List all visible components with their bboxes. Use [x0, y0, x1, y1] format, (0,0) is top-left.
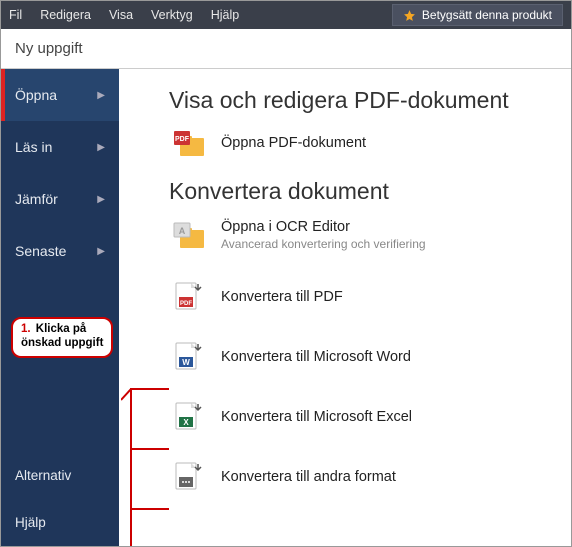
- callout-annotation: 1. Klicka på önskad uppgift: [11, 317, 113, 358]
- svg-text:W: W: [182, 358, 190, 367]
- callout-number: 1.: [21, 323, 31, 335]
- sidebar-item-label: Jämför: [15, 191, 58, 207]
- svg-text:X: X: [183, 418, 189, 427]
- pdf-folder-icon: PDF: [169, 128, 209, 158]
- menubar: Fil Redigera Visa Verktyg Hjälp Betygsät…: [1, 1, 571, 29]
- rate-product-button[interactable]: Betygsätt denna produkt: [392, 4, 563, 26]
- convert-word-icon: W: [169, 341, 209, 373]
- svg-text:A: A: [179, 226, 186, 236]
- svg-text:PDF: PDF: [175, 136, 190, 143]
- convert-to-excel-row[interactable]: X Konvertera till Microsoft Excel: [169, 401, 551, 433]
- convert-to-excel-label: Konvertera till Microsoft Excel: [221, 409, 412, 425]
- ocr-folder-icon: A: [169, 220, 209, 250]
- sidebar-item-compare[interactable]: Jämför ▶: [1, 173, 119, 225]
- convert-pdf-icon: PDF: [169, 281, 209, 313]
- sidebar-item-label: Alternativ: [15, 468, 71, 483]
- open-pdf-label: Öppna PDF-dokument: [221, 135, 366, 151]
- chevron-right-icon: ▶: [97, 142, 105, 153]
- section-title-view-edit: Visa och redigera PDF-dokument: [169, 87, 551, 114]
- app-window: Fil Redigera Visa Verktyg Hjälp Betygsät…: [0, 0, 572, 547]
- chevron-right-icon: ▶: [97, 194, 105, 205]
- sidebar-item-recent[interactable]: Senaste ▶: [1, 225, 119, 277]
- callout-text-line2: önskad uppgift: [21, 337, 103, 349]
- section-title-convert: Konvertera dokument: [169, 178, 551, 205]
- convert-to-word-label: Konvertera till Microsoft Word: [221, 349, 411, 365]
- convert-to-pdf-label: Konvertera till PDF: [221, 289, 343, 305]
- sidebar-item-read[interactable]: Läs in ▶: [1, 121, 119, 173]
- ocr-editor-sublabel: Avancerad konvertering och verifiering: [221, 237, 426, 251]
- sidebar-item-label: Läs in: [15, 139, 52, 155]
- sidebar-item-label: Senaste: [15, 243, 66, 259]
- chevron-right-icon: ▶: [97, 90, 105, 101]
- menu-help[interactable]: Hjälp: [211, 8, 240, 22]
- sidebar-item-label: Hjälp: [15, 515, 46, 530]
- convert-to-other-row[interactable]: Konvertera till andra format: [169, 461, 551, 493]
- page-title: Ny uppgift: [15, 40, 83, 57]
- content-pane: Visa och redigera PDF-dokument PDF Öppna…: [119, 69, 571, 546]
- sidebar-item-open[interactable]: Öppna ▶: [1, 69, 119, 121]
- convert-other-icon: [169, 461, 209, 493]
- callout-text-line1: Klicka på: [36, 323, 87, 335]
- body: Öppna ▶ Läs in ▶ Jämför ▶ Senaste ▶ Alte…: [1, 69, 571, 546]
- menu-edit[interactable]: Redigera: [40, 8, 91, 22]
- sidebar: Öppna ▶ Läs in ▶ Jämför ▶ Senaste ▶ Alte…: [1, 69, 119, 546]
- open-pdf-row[interactable]: PDF Öppna PDF-dokument: [169, 128, 551, 158]
- menu-tools[interactable]: Verktyg: [151, 8, 193, 22]
- star-icon: [403, 9, 416, 22]
- ocr-editor-row[interactable]: A Öppna i OCR Editor Avancerad konverter…: [169, 219, 551, 251]
- sidebar-item-options[interactable]: Alternativ: [1, 452, 119, 499]
- sidebar-item-label: Öppna: [15, 87, 57, 103]
- menu-view[interactable]: Visa: [109, 8, 133, 22]
- convert-to-other-label: Konvertera till andra format: [221, 469, 396, 485]
- chevron-right-icon: ▶: [97, 246, 105, 257]
- convert-to-pdf-row[interactable]: PDF Konvertera till PDF: [169, 281, 551, 313]
- sidebar-item-help[interactable]: Hjälp: [1, 499, 119, 546]
- ocr-editor-label: Öppna i OCR Editor: [221, 219, 426, 235]
- subheader: Ny uppgift: [1, 29, 571, 69]
- menu-file[interactable]: Fil: [9, 8, 22, 22]
- svg-text:PDF: PDF: [180, 301, 192, 307]
- convert-excel-icon: X: [169, 401, 209, 433]
- rate-product-label: Betygsätt denna produkt: [422, 8, 552, 22]
- convert-to-word-row[interactable]: W Konvertera till Microsoft Word: [169, 341, 551, 373]
